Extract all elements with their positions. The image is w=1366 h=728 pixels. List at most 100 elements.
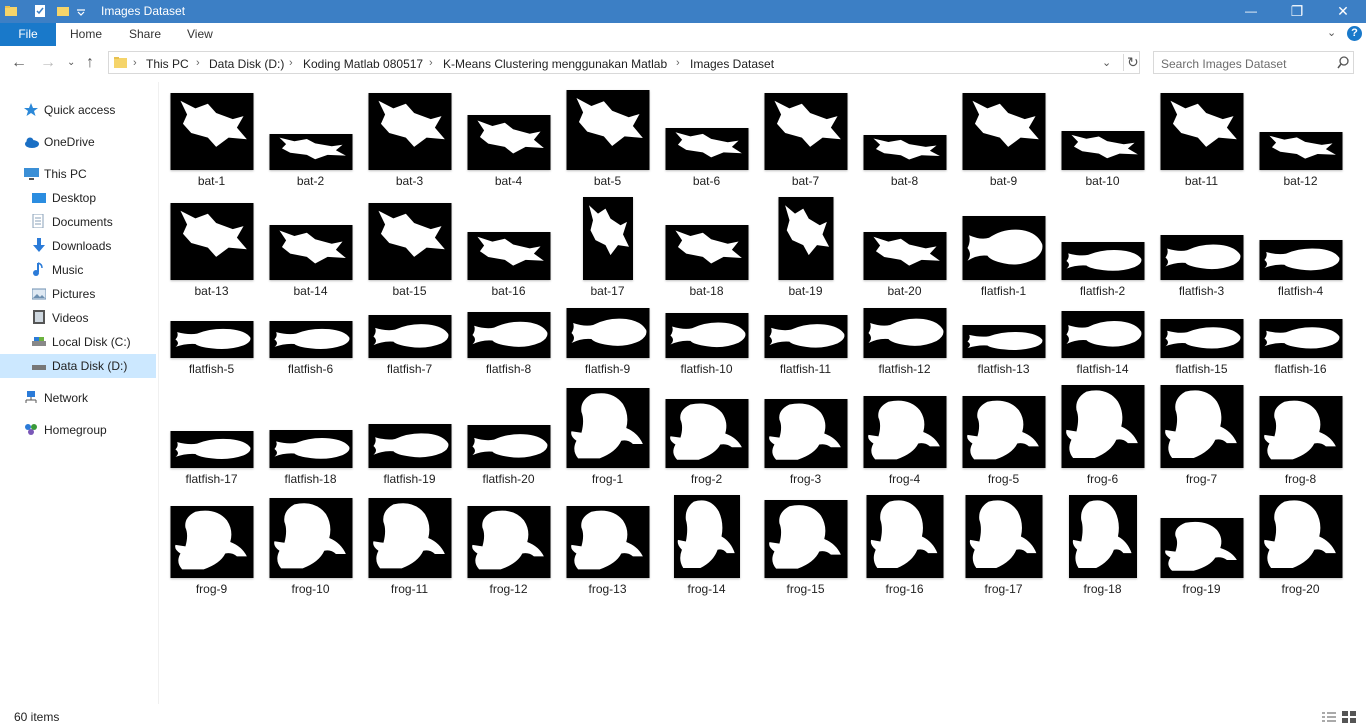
address-dropdown-icon[interactable]: ⌄ — [1102, 56, 1111, 69]
expand-ribbon-icon[interactable]: ⌄ — [1327, 26, 1336, 39]
file-item[interactable]: frog-20 — [1251, 490, 1350, 600]
forward-arrow-icon[interactable]: → — [40, 54, 56, 72]
file-item[interactable]: frog-13 — [558, 490, 657, 600]
address-bar[interactable]: › This PC › Data Disk (D:) › Koding Matl… — [108, 51, 1140, 74]
nav-documents[interactable]: Documents — [32, 210, 152, 234]
tab-file[interactable]: File — [0, 23, 56, 46]
file-item[interactable]: frog-14 — [657, 490, 756, 600]
breadcrumb-separator[interactable]: › — [676, 57, 680, 69]
file-item[interactable]: bat-11 — [1152, 82, 1251, 192]
file-item[interactable]: frog-7 — [1152, 380, 1251, 490]
recent-locations-icon[interactable]: ⌄ — [67, 57, 75, 68]
file-item[interactable]: bat-10 — [1053, 82, 1152, 192]
nav-homegroup[interactable]: Homegroup — [24, 418, 152, 442]
file-item[interactable]: bat-6 — [657, 82, 756, 192]
file-item[interactable]: frog-11 — [360, 490, 459, 600]
file-item[interactable]: frog-8 — [1251, 380, 1350, 490]
minimize-button[interactable]: — — [1228, 0, 1274, 23]
file-item[interactable]: flatfish-19 — [360, 380, 459, 490]
file-item[interactable]: flatfish-8 — [459, 270, 558, 380]
file-item[interactable]: frog-9 — [162, 490, 261, 600]
breadcrumb-this-pc[interactable]: This PC — [146, 57, 189, 71]
nav-downloads[interactable]: Downloads — [32, 234, 152, 258]
tab-home[interactable]: Home — [70, 23, 102, 46]
file-item[interactable]: frog-17 — [954, 490, 1053, 600]
nav-quick-access[interactable]: Quick access — [24, 98, 152, 122]
file-item[interactable]: flatfish-16 — [1251, 270, 1350, 380]
nav-network[interactable]: Network — [24, 386, 152, 410]
properties-icon[interactable] — [33, 4, 47, 18]
file-item[interactable]: flatfish-13 — [954, 270, 1053, 380]
file-item[interactable]: frog-4 — [855, 380, 954, 490]
file-item[interactable]: frog-3 — [756, 380, 855, 490]
image-thumbnail — [269, 134, 352, 170]
close-button[interactable]: ✕ — [1320, 0, 1366, 23]
file-item[interactable]: frog-15 — [756, 490, 855, 600]
file-item[interactable]: bat-2 — [261, 82, 360, 192]
maximize-button[interactable]: ❐ — [1274, 0, 1320, 23]
search-icon[interactable] — [1337, 56, 1349, 72]
file-item[interactable]: flatfish-6 — [261, 270, 360, 380]
file-item[interactable]: flatfish-15 — [1152, 270, 1251, 380]
breadcrumb-images-dataset[interactable]: Images Dataset — [690, 57, 774, 71]
file-item[interactable]: flatfish-9 — [558, 270, 657, 380]
breadcrumb-separator[interactable]: › — [429, 57, 433, 69]
up-arrow-icon[interactable]: ↑ — [86, 54, 94, 72]
breadcrumb-separator[interactable]: › — [133, 57, 137, 69]
file-item[interactable]: bat-9 — [954, 82, 1053, 192]
details-view-icon[interactable] — [1322, 711, 1336, 723]
file-item[interactable]: flatfish-5 — [162, 270, 261, 380]
nav-onedrive[interactable]: OneDrive — [24, 130, 152, 154]
file-item[interactable]: bat-5 — [558, 82, 657, 192]
nav-local-disk-c[interactable]: Local Disk (C:) — [32, 330, 152, 354]
back-arrow-icon[interactable]: ← — [11, 54, 27, 72]
file-item[interactable]: flatfish-14 — [1053, 270, 1152, 380]
breadcrumb-koding-matlab[interactable]: Koding Matlab 080517 — [303, 57, 423, 71]
file-item[interactable]: frog-2 — [657, 380, 756, 490]
file-item[interactable]: flatfish-20 — [459, 380, 558, 490]
file-item[interactable]: bat-1 — [162, 82, 261, 192]
breadcrumb-kmeans[interactable]: K-Means Clustering menggunakan Matlab — [443, 57, 667, 71]
customize-quick-access-icon[interactable] — [76, 4, 90, 18]
folder-icon[interactable] — [4, 4, 18, 18]
file-item[interactable]: frog-16 — [855, 490, 954, 600]
file-item[interactable]: frog-5 — [954, 380, 1053, 490]
search-input[interactable]: Search Images Dataset — [1153, 51, 1354, 74]
image-thumbnail — [1160, 518, 1243, 578]
nav-data-disk-d[interactable]: Data Disk (D:) — [0, 354, 156, 378]
file-item[interactable]: frog-19 — [1152, 490, 1251, 600]
file-item[interactable]: flatfish-11 — [756, 270, 855, 380]
tab-view[interactable]: View — [187, 23, 213, 46]
tab-share[interactable]: Share — [129, 23, 161, 46]
new-folder-icon[interactable] — [56, 4, 70, 18]
nav-desktop[interactable]: Desktop — [32, 186, 152, 210]
file-item[interactable]: bat-8 — [855, 82, 954, 192]
breadcrumb-separator[interactable]: › — [289, 57, 293, 69]
title-bar: Images Dataset — ❐ ✕ — [0, 0, 1366, 23]
image-thumbnail — [170, 431, 253, 468]
file-item[interactable]: bat-12 — [1251, 82, 1350, 192]
breadcrumb-separator[interactable]: › — [196, 57, 200, 69]
nav-pictures[interactable]: Pictures — [31, 282, 152, 306]
file-item[interactable]: frog-18 — [1053, 490, 1152, 600]
file-item[interactable]: flatfish-7 — [360, 270, 459, 380]
file-item[interactable]: bat-3 — [360, 82, 459, 192]
file-item[interactable]: frog-10 — [261, 490, 360, 600]
file-item[interactable]: flatfish-10 — [657, 270, 756, 380]
file-item[interactable]: flatfish-17 — [162, 380, 261, 490]
file-item[interactable]: frog-1 — [558, 380, 657, 490]
file-item[interactable]: bat-7 — [756, 82, 855, 192]
nav-this-pc[interactable]: This PC — [24, 162, 152, 186]
help-icon[interactable]: ? — [1347, 26, 1362, 41]
file-item[interactable]: frog-12 — [459, 490, 558, 600]
nav-music[interactable]: Music — [32, 258, 152, 282]
file-name: flatfish-6 — [287, 362, 334, 376]
large-icons-view-icon[interactable] — [1342, 711, 1356, 723]
refresh-icon[interactable]: ↻ — [1123, 54, 1139, 71]
file-item[interactable]: flatfish-12 — [855, 270, 954, 380]
file-item[interactable]: frog-6 — [1053, 380, 1152, 490]
file-item[interactable]: flatfish-18 — [261, 380, 360, 490]
file-item[interactable]: bat-4 — [459, 82, 558, 192]
nav-videos[interactable]: Videos — [32, 306, 152, 330]
breadcrumb-data-disk[interactable]: Data Disk (D:) — [209, 57, 284, 71]
